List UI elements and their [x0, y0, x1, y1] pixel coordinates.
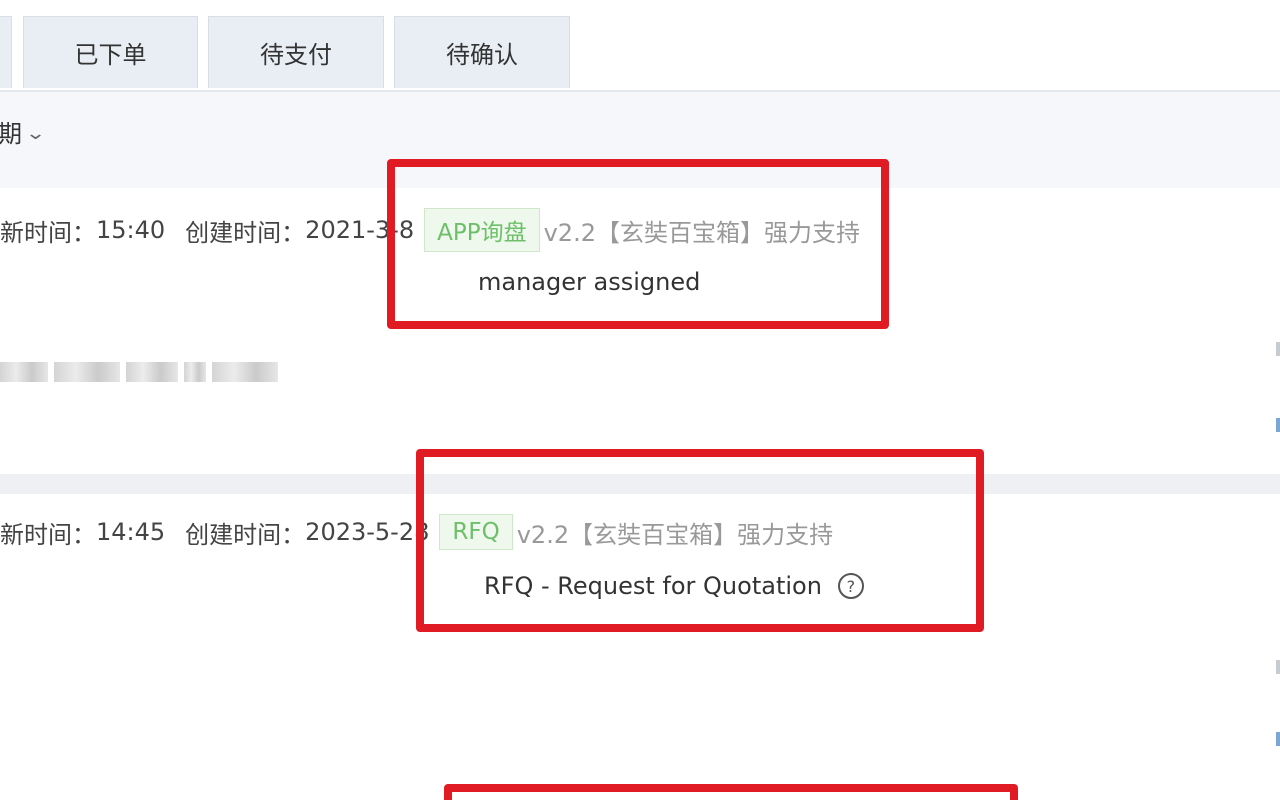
order-sub-label: manager assigned	[478, 268, 700, 296]
scroll-edge-mark	[1276, 342, 1280, 356]
rfq-description: RFQ - Request for Quotation	[484, 572, 822, 600]
tab-ordered-label: 已下单	[74, 41, 147, 69]
scroll-edge-mark	[1276, 418, 1280, 432]
blurred-customer-name	[0, 358, 312, 386]
tab-pending-payment[interactable]: 待支付	[208, 16, 384, 88]
order-card: 新时间： 15:40 创建时间： 2021-3-8 APP询盘 v2.2【玄奘百…	[0, 190, 1280, 472]
card-divider	[0, 474, 1280, 494]
scroll-edge-mark	[1276, 732, 1280, 746]
updated-time-label: 新时间：	[0, 520, 96, 549]
tab-pending-payment-label: 待支付	[260, 41, 332, 69]
scroll-edge-mark	[1276, 660, 1280, 674]
updated-time-label: 新时间：	[0, 218, 96, 247]
sort-by-date-label: 期	[0, 120, 22, 148]
tab-pending-confirmation[interactable]: 待确认	[394, 16, 570, 88]
created-time-label: 创建时间：	[185, 218, 306, 247]
order-meta-row: 新时间： 14:45 创建时间： 2023-5-28 RFQ v2.2【玄奘百宝…	[0, 514, 833, 550]
order-meta-row: 新时间： 15:40 创建时间： 2021-3-8 APP询盘 v2.2【玄奘百…	[0, 208, 860, 252]
tab-partial[interactable]	[0, 16, 12, 88]
source-badge: APP询盘	[424, 208, 540, 252]
updated-time-value: 14:45	[96, 518, 166, 546]
tab-ordered[interactable]: 已下单	[23, 16, 198, 88]
created-time-label: 创建时间：	[185, 520, 306, 549]
assignment-status: manager assigned	[478, 268, 701, 296]
chevron-down-icon: ⌄	[24, 123, 47, 144]
sort-by-date-dropdown[interactable]: 期 ⌄	[0, 114, 47, 149]
created-time-value: 2021-3-8	[305, 216, 415, 244]
created-time-value: 2023-5-28	[305, 518, 430, 546]
support-text: v2.2【玄奘百宝箱】强力支持	[516, 520, 834, 549]
source-badge: RFQ	[439, 514, 513, 550]
order-sub-label: RFQ - Request for Quotation ?	[484, 572, 864, 600]
tab-pending-confirmation-label: 待确认	[446, 41, 518, 69]
support-text: v2.2【玄奘百宝箱】强力支持	[543, 218, 860, 247]
sort-bar: 期 ⌄	[0, 92, 1280, 188]
status-tab-bar: 已下单 待支付 待确认	[0, 0, 1280, 92]
help-icon[interactable]: ?	[837, 573, 864, 599]
order-card: 新时间： 14:45 创建时间： 2023-5-28 RFQ v2.2【玄奘百宝…	[0, 494, 1280, 800]
updated-time-value: 15:40	[96, 216, 166, 244]
